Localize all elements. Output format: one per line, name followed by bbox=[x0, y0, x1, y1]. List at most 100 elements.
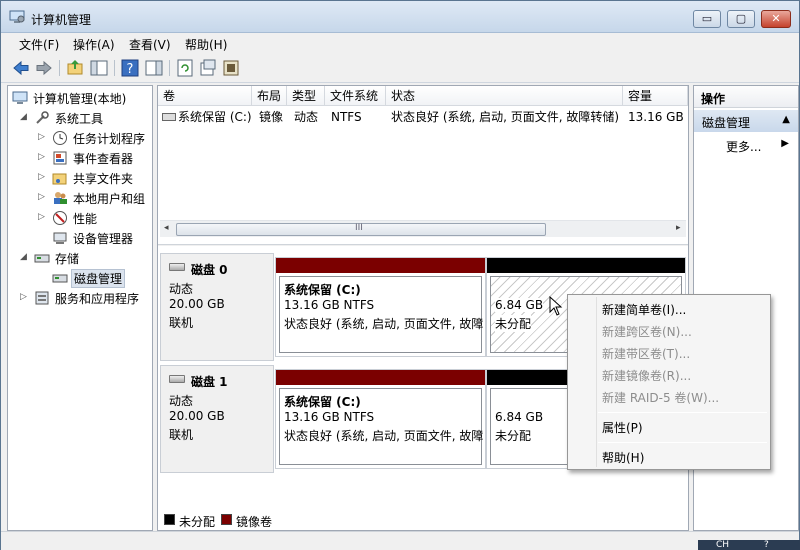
context-menu: 新建简单卷(I)... 新建跨区卷(N)... 新建带区卷(T)... 新建镜像… bbox=[567, 294, 771, 470]
settings-icon[interactable] bbox=[221, 58, 241, 78]
scroll-right-icon[interactable]: ▸ bbox=[676, 223, 681, 233]
tree-item-label: 性能 bbox=[73, 212, 98, 226]
tree-item-system-tools[interactable]: ◢ 系统工具 bbox=[20, 108, 152, 128]
status-bar bbox=[1, 531, 799, 550]
menu-item-new-striped-volume[interactable]: 新建带区卷(T)... bbox=[602, 345, 690, 362]
tree-item-label: 计算机管理(本地) bbox=[33, 92, 127, 106]
collapse-section-icon[interactable]: ▲ bbox=[782, 114, 790, 125]
actions-section-disk-management[interactable]: 磁盘管理 ▲ bbox=[694, 110, 798, 132]
tree-item-label: 任务计划程序 bbox=[73, 132, 146, 146]
task-scheduler-icon bbox=[53, 131, 67, 145]
menu-file[interactable]: 文件(F) bbox=[19, 36, 59, 53]
ime-indicator[interactable]: CH bbox=[716, 540, 729, 550]
column-header-volume[interactable]: 卷 bbox=[158, 86, 252, 106]
column-header-capacity[interactable]: 容量 bbox=[623, 86, 688, 106]
title-bar[interactable]: 计算机管理 ▭ ▢ ✕ bbox=[1, 1, 799, 33]
table-row[interactable]: 系统保留 (C:) 镜像 动态 NTFS 状态良好 (系统, 启动, 页面文件,… bbox=[158, 107, 688, 127]
column-header-status[interactable]: 状态 bbox=[386, 86, 623, 106]
tree-item-performance[interactable]: ▷ 性能 bbox=[38, 208, 152, 228]
maximize-button[interactable]: ▢ bbox=[727, 10, 755, 28]
cell-type: 动态 bbox=[294, 110, 319, 124]
collapse-icon[interactable]: ◢ bbox=[20, 112, 30, 122]
tray-help-icon[interactable]: ? bbox=[764, 540, 769, 550]
tree-item-shared-folders[interactable]: ▷ 共享文件夹 bbox=[38, 168, 152, 188]
disk-name: 磁盘 0 bbox=[191, 263, 228, 277]
system-tray: CH ? bbox=[698, 540, 800, 550]
performance-icon bbox=[53, 211, 67, 225]
refresh-icon[interactable] bbox=[175, 58, 195, 78]
volume-block-mirror[interactable]: 系统保留 (C:) 13.16 GB NTFS 状态良好 (系统, 启动, 页面… bbox=[275, 369, 486, 469]
actions-section-label: 磁盘管理 bbox=[702, 116, 751, 130]
submenu-arrow-icon[interactable]: ▶ bbox=[781, 138, 789, 149]
help-icon[interactable]: ? bbox=[120, 58, 140, 78]
volume-body: 系统保留 (C:) 13.16 GB NTFS 状态良好 (系统, 启动, 页面… bbox=[279, 388, 483, 465]
menu-item-new-raid5-volume[interactable]: 新建 RAID-5 卷(W)... bbox=[602, 389, 719, 406]
toolbar: ? bbox=[1, 55, 799, 83]
up-folder-icon[interactable] bbox=[65, 58, 85, 78]
disk-management-icon bbox=[52, 274, 68, 283]
horizontal-scrollbar[interactable]: ◂ III ▸ bbox=[160, 220, 686, 237]
menu-item-help[interactable]: 帮助(H) bbox=[602, 449, 644, 466]
menu-item-properties[interactable]: 属性(P) bbox=[602, 419, 643, 436]
legend-label: 未分配 bbox=[179, 515, 216, 529]
expand-icon[interactable]: ▷ bbox=[38, 132, 48, 142]
properties-pane-icon[interactable] bbox=[144, 58, 164, 78]
mouse-cursor-icon bbox=[549, 296, 563, 316]
volume-size: 6.84 GB bbox=[495, 298, 544, 312]
volume-status: 未分配 bbox=[495, 429, 532, 443]
scrollbar-thumb[interactable]: III bbox=[176, 223, 546, 236]
expand-icon[interactable]: ▷ bbox=[38, 152, 48, 162]
volume-title: 系统保留 (C:) bbox=[284, 395, 361, 409]
show-hide-tree-icon[interactable] bbox=[89, 58, 109, 78]
menu-help[interactable]: 帮助(H) bbox=[185, 36, 227, 53]
tree-item-label: 事件查看器 bbox=[73, 152, 134, 166]
disk-0-label[interactable]: 磁盘 0 动态 20.00 GB 联机 bbox=[160, 253, 274, 361]
volume-color-bar bbox=[487, 258, 685, 273]
navigation-tree: 计算机管理(本地) ◢ 系统工具 ▷ 任务计划程序 ▷ 事件查看器 ▷ 共享文件… bbox=[7, 85, 153, 531]
expand-icon[interactable]: ▷ bbox=[38, 172, 48, 182]
column-header-layout[interactable]: 布局 bbox=[252, 86, 287, 106]
menu-bar: 文件(F) 操作(A) 查看(V) 帮助(H) bbox=[1, 33, 799, 55]
tree-item-device-manager[interactable]: 设备管理器 bbox=[38, 228, 152, 248]
back-icon[interactable] bbox=[11, 58, 31, 78]
tree-item-local-users[interactable]: ▷ 本地用户和组 bbox=[38, 188, 152, 208]
forward-icon[interactable] bbox=[34, 58, 54, 78]
column-header-filesystem[interactable]: 文件系统 bbox=[325, 86, 386, 106]
expand-icon[interactable]: ▷ bbox=[38, 192, 48, 202]
disk-1-label[interactable]: 磁盘 1 动态 20.00 GB 联机 bbox=[160, 365, 274, 473]
tree-item-event-viewer[interactable]: ▷ 事件查看器 bbox=[38, 148, 152, 168]
actions-header: 操作 bbox=[694, 86, 798, 108]
minimize-button[interactable]: ▭ bbox=[693, 10, 721, 28]
menu-item-new-simple-volume[interactable]: 新建简单卷(I)... bbox=[602, 301, 686, 318]
menu-gutter bbox=[596, 297, 597, 467]
legend-swatch-unallocated bbox=[164, 514, 175, 525]
menu-action[interactable]: 操作(A) bbox=[73, 36, 115, 53]
scroll-left-icon[interactable]: ◂ bbox=[164, 223, 169, 233]
volume-status: 未分配 bbox=[495, 315, 532, 332]
cell-layout: 镜像 bbox=[259, 110, 284, 124]
services-apps-icon bbox=[35, 291, 49, 305]
menu-item-new-spanned-volume[interactable]: 新建跨区卷(N)... bbox=[602, 323, 692, 340]
more-actions-link[interactable]: 更多... bbox=[726, 138, 761, 155]
tree-item-storage[interactable]: ◢ 存储 bbox=[20, 248, 152, 268]
expand-icon[interactable]: ▷ bbox=[20, 292, 30, 302]
system-tools-icon bbox=[36, 111, 49, 124]
device-manager-icon bbox=[53, 232, 67, 244]
column-header-type[interactable]: 类型 bbox=[287, 86, 325, 106]
menu-view[interactable]: 查看(V) bbox=[129, 36, 171, 53]
export-list-icon[interactable] bbox=[198, 58, 218, 78]
tree-item-label: 存储 bbox=[55, 252, 80, 266]
tree-item-task-scheduler[interactable]: ▷ 任务计划程序 bbox=[38, 128, 152, 148]
volume-color-bar bbox=[276, 370, 485, 385]
close-button[interactable]: ✕ bbox=[761, 10, 791, 28]
expand-icon[interactable]: ▷ bbox=[38, 212, 48, 222]
computer-management-icon bbox=[12, 91, 28, 104]
volume-block-mirror[interactable]: 系统保留 (C:) 13.16 GB NTFS 状态良好 (系统, 启动, 页面… bbox=[275, 257, 486, 357]
tree-item-disk-management[interactable]: 磁盘管理 bbox=[38, 268, 152, 288]
legend-label: 镜像卷 bbox=[236, 515, 273, 529]
menu-item-new-mirrored-volume[interactable]: 新建镜像卷(R)... bbox=[602, 367, 691, 384]
tree-item-computer-management[interactable]: 计算机管理(本地) bbox=[12, 88, 152, 108]
tree-item-services-apps[interactable]: ▷ 服务和应用程序 bbox=[20, 288, 152, 308]
collapse-icon[interactable]: ◢ bbox=[20, 252, 30, 262]
window-title: 计算机管理 bbox=[31, 13, 92, 27]
